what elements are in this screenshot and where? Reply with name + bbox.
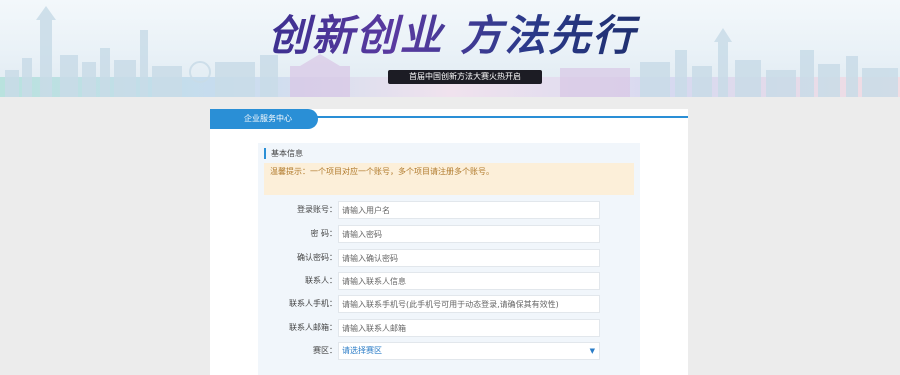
form-row-contact-email: 联系人邮箱： xyxy=(258,319,640,337)
form-row-password: 密 码： xyxy=(258,225,640,243)
form-row-account: 登录账号： xyxy=(258,201,640,219)
password-input[interactable] xyxy=(338,225,600,243)
password-label: 密 码： xyxy=(310,229,337,238)
contact-phone-label: 联系人手机： xyxy=(289,299,337,308)
form-row-contact: 联系人： xyxy=(258,272,640,290)
account-label: 登录账号： xyxy=(297,205,337,214)
registration-form: 基本信息 温馨提示：一个项目对应一个账号，多个项目请注册多个账号。 登录账号： … xyxy=(258,143,640,375)
account-input[interactable] xyxy=(338,201,600,219)
form-row-region: 赛区： 请选择赛区 ▼ xyxy=(258,342,640,360)
dropdown-arrow-icon: ▼ xyxy=(589,347,595,355)
tab-enterprise-service-center[interactable]: 企业服务中心 xyxy=(210,109,318,129)
service-center-panel: 企业服务中心 基本信息 温馨提示：一个项目对应一个账号，多个项目请注册多个账号。… xyxy=(210,109,688,375)
contact-email-label: 联系人邮箱： xyxy=(289,323,337,332)
region-select-value: 请选择赛区 xyxy=(342,346,382,355)
contact-label: 联系人： xyxy=(305,276,337,285)
panel-header: 企业服务中心 xyxy=(210,109,688,131)
header-banner: 创新创业 方法先行 首届中国创新方法大赛火热开启 xyxy=(0,0,900,97)
contact-phone-input[interactable] xyxy=(338,295,600,313)
contact-email-input[interactable] xyxy=(338,319,600,337)
tip-notice: 温馨提示：一个项目对应一个账号，多个项目请注册多个账号。 xyxy=(264,163,634,195)
region-select[interactable]: 请选择赛区 ▼ xyxy=(338,342,600,360)
region-label: 赛区： xyxy=(313,346,337,355)
contact-input[interactable] xyxy=(338,272,600,290)
form-row-confirm-password: 确认密码： xyxy=(258,249,640,267)
banner-slogan: 创新创业 方法先行 xyxy=(262,8,642,64)
form-row-contact-phone: 联系人手机： xyxy=(258,295,640,313)
section-title: 基本信息 xyxy=(264,148,303,159)
confirm-password-label: 确认密码： xyxy=(297,253,337,262)
confirm-password-input[interactable] xyxy=(338,249,600,267)
banner-sub-slogan: 首届中国创新方法大赛火热开启 xyxy=(388,70,542,84)
